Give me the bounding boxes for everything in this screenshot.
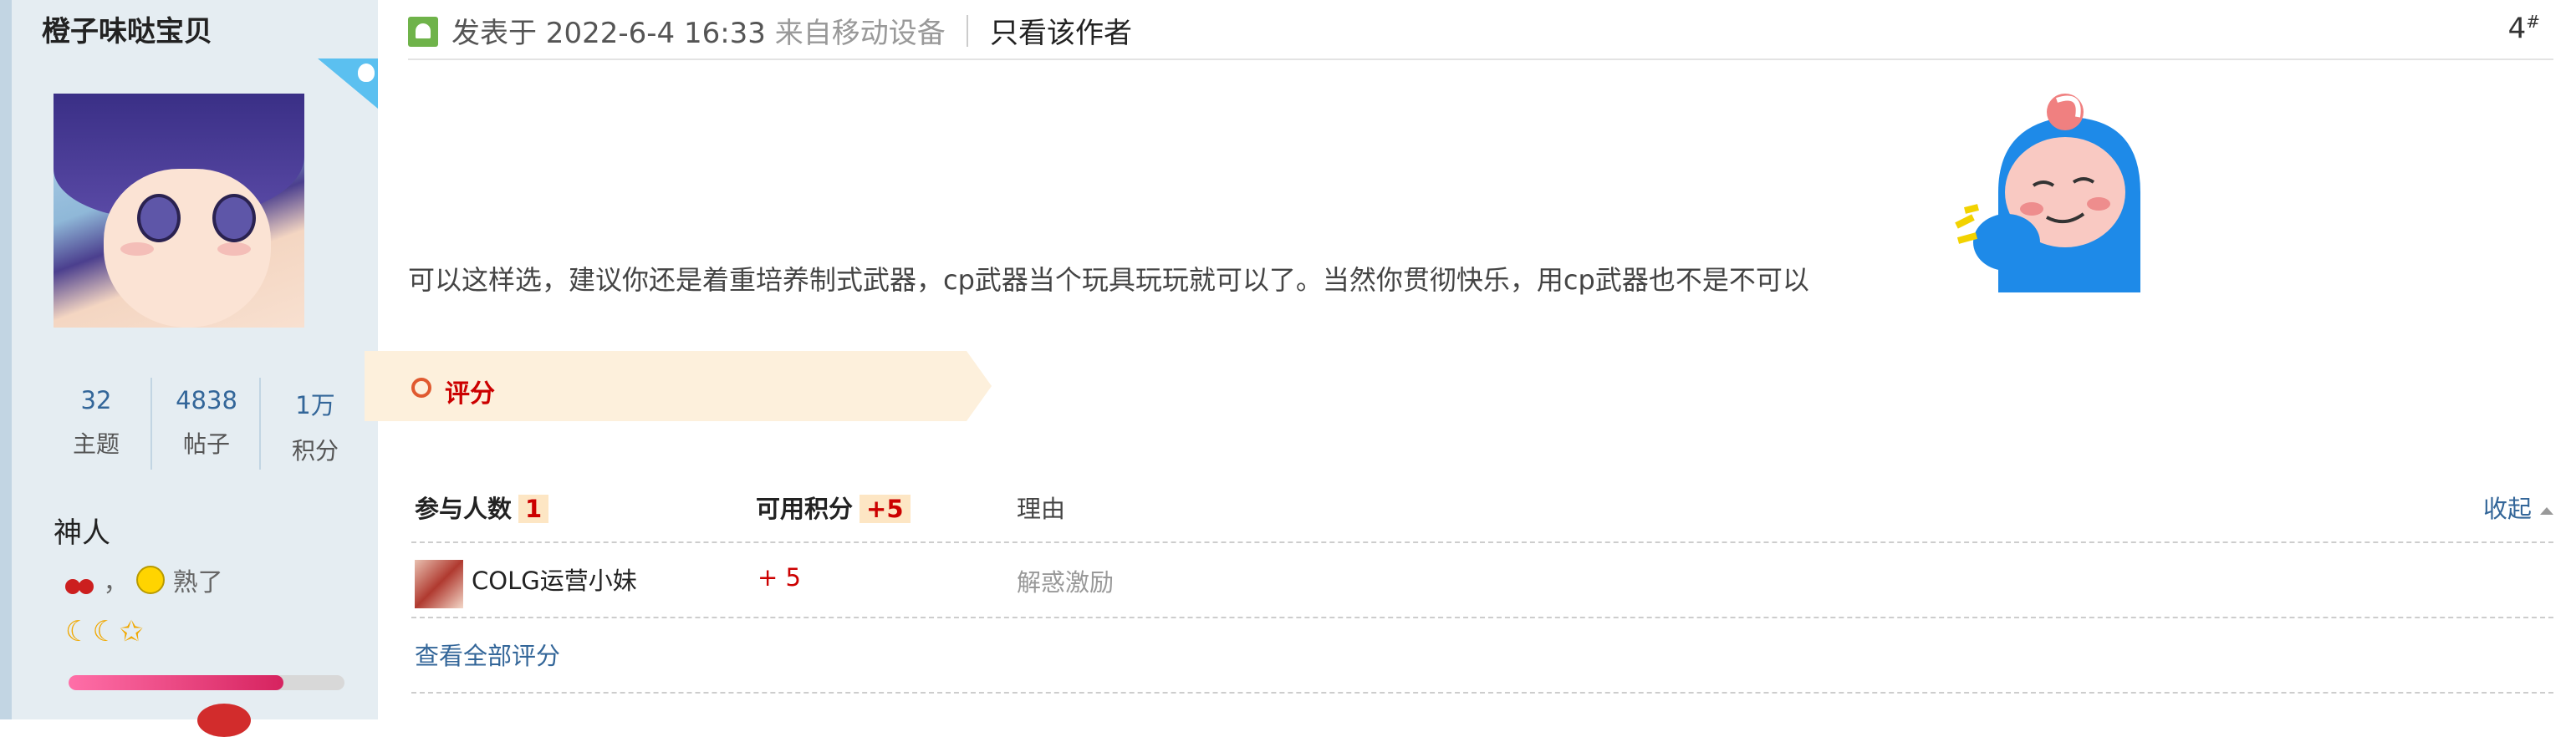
floor-value: 4: [2507, 12, 2527, 46]
stat-posts-value: 4838: [176, 386, 237, 414]
author-stats: 32 主题 4838 帖子 1万 积分: [42, 378, 376, 470]
floor-number[interactable]: 4#: [2508, 12, 2540, 45]
rating-table-footer: 查看全部评分: [411, 618, 2553, 694]
medal-separator: ，: [103, 568, 129, 597]
stat-credits-value: 1万: [295, 391, 335, 419]
medal-text: 熟了: [172, 568, 223, 597]
stat-credits-label: 积分: [291, 437, 339, 465]
avatar-eye: [137, 194, 181, 242]
participants-count: 1: [518, 495, 549, 523]
floor-sup: #: [2526, 12, 2540, 32]
avatar-eye: [212, 194, 256, 242]
lemon-icon: [136, 566, 166, 594]
points-value: +5: [860, 495, 911, 523]
author-username[interactable]: 橙子味哒宝贝: [42, 8, 212, 49]
stat-threads-value: 32: [80, 386, 112, 414]
post-time: 发表于 2022-6-4 16:33: [451, 17, 766, 50]
points-header: 可用积分 +5: [756, 490, 911, 525]
collapse-button[interactable]: 收起: [2483, 490, 2553, 525]
reason-header: 理由: [1017, 495, 1066, 523]
avatar-blush: [217, 242, 251, 256]
rating-table: 参与人数 1 可用积分 +5 理由 收起 COLG运营小妹 + 5 解惑激励 查看全…: [411, 478, 2553, 694]
stat-posts[interactable]: 4838 帖子: [150, 378, 261, 470]
chevron-up-icon: [2540, 506, 2553, 515]
post-content: 可以这样选，建议你还是着重培养制式武器，cp武器当个玩具玩玩就可以了。当然你贯彻…: [408, 264, 1809, 296]
collapse-label: 收起: [2482, 495, 2532, 523]
stat-threads[interactable]: 32 主题: [42, 378, 150, 470]
author-sidebar: 橙子味哒宝贝 32 主题 4838 帖子 1万 积分 神人 ， 熟了 ☾☾✩: [0, 0, 378, 737]
user-rank: 神人: [54, 516, 110, 550]
view-all-ratings-link[interactable]: 查看全部评分: [415, 637, 560, 672]
rater-avatar[interactable]: [415, 560, 463, 608]
level-progress-bar: [69, 675, 344, 690]
sticker-emoji-image: [1940, 92, 2157, 292]
medal-ball-icon: [197, 704, 251, 737]
post-header: 发表于 2022-6-4 16:33 来自移动设备 只看该作者 4#: [408, 0, 2553, 60]
avatar-blush: [120, 242, 154, 256]
stat-posts-label: 帖子: [182, 430, 230, 458]
only-author-link[interactable]: 只看该作者: [990, 10, 1132, 51]
rater-username[interactable]: COLG运营小妹: [472, 562, 637, 597]
apple-icon: [358, 64, 375, 82]
points-label: 可用积分: [756, 495, 854, 523]
user-icon: [408, 17, 438, 47]
avatar[interactable]: [54, 94, 304, 328]
level-stars: ☾☾✩: [65, 615, 145, 648]
header-divider: [967, 15, 968, 47]
rating-circle-icon: [411, 378, 431, 398]
participants-label: 参与人数: [415, 495, 513, 523]
post-meta: 发表于 2022-6-4 16:33 来自移动设备: [451, 10, 946, 51]
table-row: COLG运营小妹 + 5 解惑激励: [411, 543, 2553, 618]
level-progress-fill: [69, 675, 284, 690]
rating-tab-label[interactable]: 评分: [445, 373, 495, 409]
rater-score: + 5: [757, 563, 801, 592]
stat-credits[interactable]: 1万 积分: [259, 378, 370, 470]
stat-threads-label: 主题: [72, 430, 120, 458]
rating-table-header: 参与人数 1 可用积分 +5 理由 收起: [411, 478, 2553, 543]
participants-header: 参与人数 1: [415, 490, 549, 525]
post-device[interactable]: 来自移动设备: [775, 17, 946, 50]
rater-reason: 解惑激励: [1017, 568, 1115, 597]
medal-row: ， 熟了: [64, 562, 223, 598]
cherry-icon: [64, 566, 95, 594]
